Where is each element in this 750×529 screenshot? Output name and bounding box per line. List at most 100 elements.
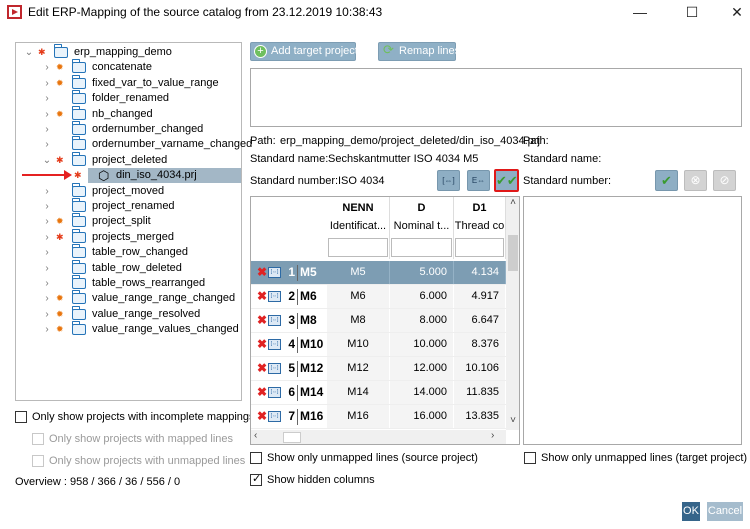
- tree-item[interactable]: › ordernumber_varname_changed: [16, 136, 252, 152]
- project-tree[interactable]: ⌄ ✱ erp_mapping_demo › ✹ concatenate › ✹ fixed_v…: [15, 42, 252, 401]
- table-row[interactable]: ✖ [⇔] 1 M5 M5 5.000 4.134: [251, 261, 506, 285]
- chevron-right-icon[interactable]: ›: [42, 245, 52, 260]
- scroll-left-icon[interactable]: ‹: [254, 430, 257, 441]
- chevron-right-icon[interactable]: ›: [42, 291, 52, 306]
- hscroll-thumb[interactable]: [283, 432, 301, 443]
- source-lines-table[interactable]: ✖ [⇔] 7 M16 M16 16.000 13.835 ✖ [⇔] 6 M14 M14 14.000…: [250, 196, 520, 445]
- table-cell[interactable]: 8.376: [454, 333, 506, 356]
- tree-item[interactable]: › ✹ value_range_range_changed: [16, 290, 241, 306]
- chevron-right-icon[interactable]: ›: [42, 230, 52, 245]
- table-cell[interactable]: 5.000: [390, 261, 454, 284]
- table-cell[interactable]: 6.647: [454, 309, 506, 332]
- unmapped-lines-checkbox[interactable]: [32, 455, 44, 467]
- column-filter-input[interactable]: [328, 238, 388, 257]
- chevron-right-icon[interactable]: ›: [42, 137, 52, 152]
- tree-item[interactable]: › ✹ concatenate: [16, 59, 241, 75]
- horizontal-scrollbar[interactable]: ‹ ›: [251, 430, 506, 444]
- scroll-thumb[interactable]: [508, 235, 518, 271]
- add-target-project-button[interactable]: + Add target project: [250, 42, 358, 61]
- mapping-icon[interactable]: [⇔]: [268, 267, 281, 278]
- tree-item[interactable]: › ✹ value_range_values_changed: [16, 321, 241, 337]
- cancel-button[interactable]: Cancel: [707, 502, 743, 521]
- tree-item[interactable]: › folder_renamed: [16, 90, 241, 106]
- delete-icon[interactable]: ✖: [257, 357, 267, 380]
- tree-item[interactable]: › ✹ value_range_resolved: [16, 305, 241, 322]
- mapping-icon[interactable]: [⇔]: [268, 291, 281, 302]
- unmapped-target-checkbox[interactable]: [524, 452, 536, 464]
- incomplete-mappings-checkbox[interactable]: [15, 411, 27, 423]
- chevron-right-icon[interactable]: ›: [42, 276, 52, 291]
- table-cell[interactable]: M5: [327, 261, 390, 284]
- close-button[interactable]: ✕: [722, 2, 750, 22]
- table-cell[interactable]: 10.106: [454, 357, 506, 380]
- mapped-lines-checkbox[interactable]: [32, 433, 44, 445]
- ok-button[interactable]: OK: [682, 502, 700, 521]
- chevron-right-icon[interactable]: ›: [42, 322, 52, 337]
- tree-item[interactable]: › project_moved: [16, 182, 241, 199]
- chevron-right-icon[interactable]: ›: [42, 199, 52, 214]
- delete-icon[interactable]: ✖: [257, 381, 267, 404]
- chevron-right-icon[interactable]: ›: [42, 214, 52, 229]
- minimize-button[interactable]: —: [625, 2, 655, 22]
- table-row[interactable]: ✖ [⇔] 2 M6 M6 6.000 4.917: [251, 285, 506, 309]
- table-cell[interactable]: 8.000: [390, 309, 454, 332]
- chevron-right-icon[interactable]: ›: [42, 76, 52, 91]
- table-cell[interactable]: 4.917: [454, 285, 506, 308]
- tree-item[interactable]: ✱ ⬡ din_iso_4034.prj: [74, 168, 241, 184]
- scroll-up-icon[interactable]: ˄: [506, 197, 519, 208]
- column-header[interactable]: D Nominal t...: [390, 197, 454, 259]
- chevron-right-icon[interactable]: ›: [42, 261, 52, 276]
- tree-item[interactable]: › table_row_deleted: [16, 259, 241, 276]
- target-projects-list[interactable]: [250, 68, 742, 127]
- column-header[interactable]: NENN Identificat...: [327, 197, 390, 259]
- table-row[interactable]: ✖ [⇔] 5 M12 M12 12.000 10.106: [251, 357, 506, 381]
- map-line-button[interactable]: [⇔]: [437, 170, 460, 191]
- maximize-button[interactable]: ☐: [677, 2, 707, 22]
- tree-item[interactable]: › ✱ projects_merged: [16, 228, 241, 245]
- chevron-right-icon[interactable]: ›: [42, 307, 52, 322]
- tree-item[interactable]: › ✹ fixed_var_to_value_range: [16, 74, 241, 91]
- table-row[interactable]: ✖ [⇔] 7 M16 M16 16.000 13.835: [251, 405, 506, 429]
- table-cell[interactable]: 4.134: [454, 261, 506, 284]
- remap-lines-button[interactable]: ⟳ Remap lines: [378, 42, 460, 61]
- table-cell[interactable]: 16.000: [390, 405, 454, 428]
- table-cell[interactable]: 14.000: [390, 381, 454, 404]
- vertical-scrollbar[interactable]: ˄ ˅: [506, 197, 519, 430]
- hidden-columns-checkbox[interactable]: [250, 472, 262, 486]
- chevron-right-icon[interactable]: ›: [42, 107, 52, 122]
- table-cell[interactable]: M6: [327, 285, 390, 308]
- unmapped-source-checkbox[interactable]: [250, 452, 262, 464]
- column-header[interactable]: D1 Thread co: [454, 197, 506, 259]
- tree-item[interactable]: › ordernumber_changed: [16, 121, 241, 137]
- table-cell[interactable]: 10.000: [390, 333, 454, 356]
- column-filter-input[interactable]: [391, 238, 452, 257]
- remove-all-button[interactable]: ⊘: [713, 170, 736, 191]
- table-cell[interactable]: M16: [327, 405, 390, 428]
- chevron-right-icon[interactable]: ›: [42, 91, 52, 106]
- delete-icon[interactable]: ✖: [257, 309, 267, 332]
- mapping-icon[interactable]: [⇔]: [268, 315, 281, 326]
- delete-icon[interactable]: ✖: [257, 333, 267, 356]
- tree-item[interactable]: › table_row_changed: [16, 244, 241, 260]
- chevron-down-icon[interactable]: ⌄: [24, 45, 34, 60]
- tree-item[interactable]: › ✹ project_split: [16, 213, 241, 229]
- table-row[interactable]: ✖ [⇔] 6 M14 M14 14.000 11.835: [251, 381, 506, 405]
- target-lines-table[interactable]: [523, 196, 742, 445]
- chevron-right-icon[interactable]: ›: [42, 122, 52, 137]
- table-cell[interactable]: M12: [327, 357, 390, 380]
- mapping-icon[interactable]: [⇔]: [268, 411, 281, 422]
- tree-item[interactable]: › project_renamed: [16, 198, 241, 214]
- delete-icon[interactable]: ✖: [257, 261, 267, 284]
- table-row[interactable]: ✖ [⇔] 3 M8 M8 8.000 6.647: [251, 309, 506, 333]
- delete-icon[interactable]: ✖: [257, 405, 267, 428]
- chevron-down-icon[interactable]: ⌄: [42, 153, 52, 168]
- delete-icon[interactable]: ✖: [257, 285, 267, 308]
- scroll-down-icon[interactable]: ˅: [506, 415, 519, 426]
- tree-item[interactable]: › ✹ nb_changed: [16, 105, 241, 122]
- table-cell[interactable]: 12.000: [390, 357, 454, 380]
- mapping-icon[interactable]: [⇔]: [268, 363, 281, 374]
- table-cell[interactable]: M10: [327, 333, 390, 356]
- remove-button[interactable]: ⊗: [684, 170, 707, 191]
- mapping-icon[interactable]: [⇔]: [268, 339, 281, 350]
- mapping-icon[interactable]: [⇔]: [268, 387, 281, 398]
